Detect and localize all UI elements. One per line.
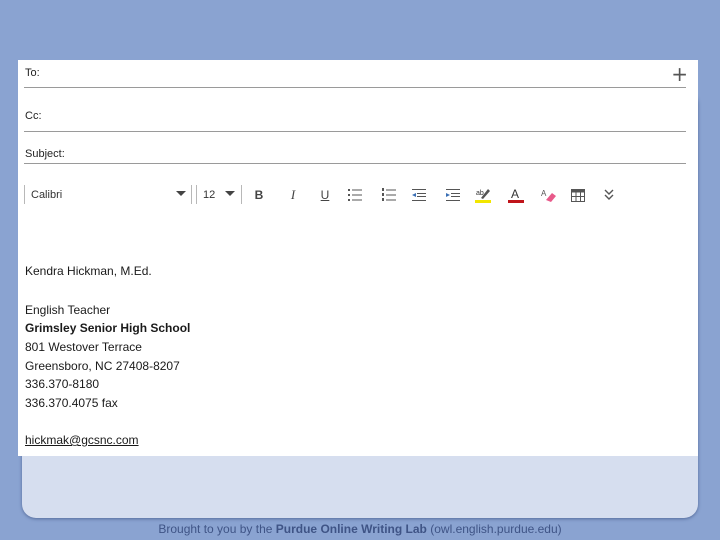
- font-family-dropdown-icon: [176, 191, 186, 196]
- clear-formatting-button[interactable]: A: [540, 186, 558, 204]
- table-icon: [571, 188, 585, 202]
- signature-fax: 336.370.4075 fax: [25, 396, 118, 410]
- signature-school: Grimsley Senior High School: [25, 321, 191, 335]
- numbered-list-button[interactable]: [380, 186, 398, 204]
- signature-phone: 336.370-8180: [25, 377, 100, 391]
- font-family-value: Calibri: [31, 189, 63, 201]
- font-size-dropdown-icon: [225, 191, 235, 196]
- bold-button[interactable]: B: [250, 186, 268, 204]
- increase-indent-button[interactable]: [444, 186, 462, 204]
- footer-credit: Brought to you by the Purdue Online Writ…: [0, 522, 720, 536]
- font-color-button[interactable]: A: [507, 186, 525, 204]
- decrease-indent-button[interactable]: [410, 186, 428, 204]
- more-options-button[interactable]: [600, 186, 618, 204]
- footer-suffix: (owl.english.purdue.edu): [430, 522, 562, 536]
- cc-label: Cc:: [25, 110, 42, 122]
- subject-field[interactable]: Subject:: [24, 131, 686, 164]
- font-size-select[interactable]: 12: [196, 185, 242, 204]
- increase-indent-icon: [445, 189, 460, 201]
- insert-table-button[interactable]: [569, 186, 587, 204]
- svg-text:A: A: [511, 187, 519, 201]
- footer-prefix: Brought to you by the: [158, 522, 273, 536]
- eraser-icon: A: [541, 189, 556, 202]
- decrease-indent-icon: [411, 189, 426, 201]
- to-label: To:: [25, 67, 40, 79]
- underline-button[interactable]: U: [316, 186, 334, 204]
- italic-button[interactable]: I: [284, 186, 302, 204]
- font-family-select[interactable]: Calibri: [24, 185, 192, 204]
- font-color-icon: A: [508, 187, 524, 203]
- bullet-list-icon: [348, 189, 362, 201]
- bullet-list-button[interactable]: [346, 186, 364, 204]
- italic-icon: I: [290, 187, 296, 202]
- signature-city: Greensboro, NC 27408-8207: [25, 359, 180, 373]
- highlight-icon: ab: [475, 189, 491, 203]
- signature-name: Kendra Hickman, M.Ed.: [25, 264, 152, 278]
- double-chevron-down-icon: [604, 189, 614, 200]
- bold-icon: B: [254, 188, 264, 202]
- email-compose-window: To: + Cc: Subject: Calibri 12 B I U ab A…: [18, 60, 698, 456]
- signature-street: 801 Westover Terrace: [25, 340, 142, 354]
- font-size-value: 12: [203, 189, 216, 201]
- svg-text:A: A: [541, 189, 547, 198]
- cc-field[interactable]: Cc:: [24, 87, 686, 132]
- numbered-list-icon: [382, 188, 396, 201]
- add-recipient-icon[interactable]: +: [671, 64, 688, 84]
- highlight-button[interactable]: ab: [474, 186, 492, 204]
- to-field[interactable]: To: +: [24, 60, 688, 88]
- footer-brand: Purdue Online Writing Lab: [275, 522, 427, 536]
- signature-email-link[interactable]: hickmak@gcsnc.com: [25, 433, 139, 447]
- subject-label: Subject:: [25, 148, 65, 160]
- signature-title: English Teacher: [25, 303, 111, 317]
- underline-icon: U: [320, 188, 330, 202]
